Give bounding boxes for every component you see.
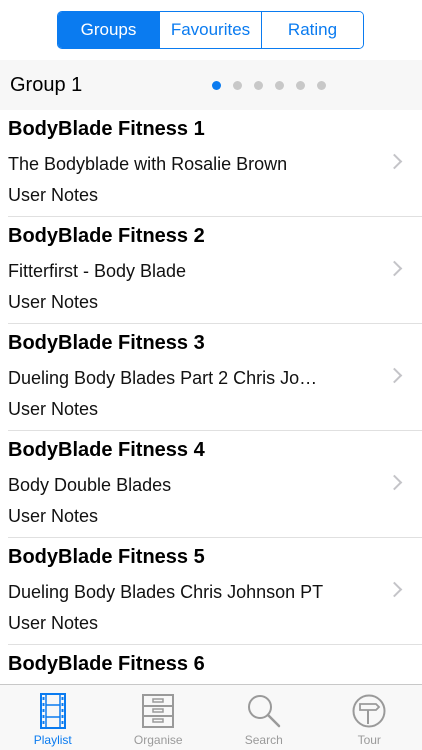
segment-groups[interactable]: Groups (58, 12, 160, 48)
group-title: Group 1 (10, 74, 83, 96)
item-notes: User Notes (8, 613, 99, 633)
page-indicator[interactable] (212, 81, 326, 90)
list-item[interactable]: BodyBlade Fitness 3 Dueling Body Blades … (8, 324, 422, 431)
item-notes: User Notes (8, 292, 99, 312)
list-item[interactable]: BodyBlade Fitness 6 (8, 645, 422, 684)
tab-playlist[interactable]: Playlist (0, 685, 106, 750)
tab-label: Search (244, 733, 283, 747)
item-subtitle: Dueling Body Blades Part 2 Chris Jo… (8, 368, 318, 388)
segmented-control: Groups Favourites Rating (57, 11, 364, 49)
list-item[interactable]: BodyBlade Fitness 2 Fitterfirst - Body B… (8, 217, 422, 324)
item-title: BodyBlade Fitness 5 (8, 546, 205, 568)
magnifier-icon (247, 691, 281, 731)
chevron-right-icon (386, 367, 403, 384)
item-notes: User Notes (8, 185, 99, 205)
group-header: Group 1 (0, 60, 422, 110)
page-dot (254, 81, 263, 90)
chevron-right-icon (386, 581, 403, 598)
page-dot (233, 81, 242, 90)
segment-rating[interactable]: Rating (262, 12, 363, 48)
tab-tour[interactable]: Tour (317, 685, 422, 750)
item-subtitle: Fitterfirst - Body Blade (8, 261, 187, 281)
item-title: BodyBlade Fitness 6 (8, 653, 205, 675)
chevron-right-icon (386, 260, 403, 277)
tab-label: Organise (133, 733, 183, 747)
item-title: BodyBlade Fitness 2 (8, 225, 205, 247)
item-notes: User Notes (8, 506, 99, 526)
tab-label: Tour (357, 733, 381, 747)
app-window: Groups Favourites Rating Group 1 BodyBla… (0, 0, 422, 750)
signpost-icon (352, 691, 386, 731)
page-dot (296, 81, 305, 90)
list-item[interactable]: BodyBlade Fitness 1 The Bodyblade with R… (8, 110, 422, 217)
page-dot (275, 81, 284, 90)
item-subtitle: Dueling Body Blades Chris Johnson PT (8, 582, 324, 602)
tab-organise[interactable]: Organise (106, 685, 212, 750)
tab-search[interactable]: Search (211, 685, 317, 750)
item-subtitle: Body Double Blades (8, 475, 172, 495)
chevron-right-icon (386, 474, 403, 491)
playlist-list: BodyBlade Fitness 1 The Bodyblade with R… (0, 110, 422, 684)
item-title: BodyBlade Fitness 1 (8, 118, 205, 140)
film-strip-icon (39, 691, 66, 731)
chevron-right-icon (386, 153, 403, 170)
page-dot (317, 81, 326, 90)
item-title: BodyBlade Fitness 3 (8, 332, 205, 354)
tab-bar: Playlist Organise Search Tour (0, 684, 422, 750)
segment-bar: Groups Favourites Rating (0, 0, 422, 60)
cabinet-icon (142, 691, 175, 731)
tab-label: Playlist (33, 733, 72, 747)
segment-favourites[interactable]: Favourites (160, 12, 262, 48)
list-item[interactable]: BodyBlade Fitness 5 Dueling Body Blades … (8, 538, 422, 645)
list-item[interactable]: BodyBlade Fitness 4 Body Double Blades U… (8, 431, 422, 538)
item-title: BodyBlade Fitness 4 (8, 439, 205, 461)
item-notes: User Notes (8, 399, 99, 419)
page-dot (212, 81, 221, 90)
item-subtitle: The Bodyblade with Rosalie Brown (8, 154, 288, 174)
